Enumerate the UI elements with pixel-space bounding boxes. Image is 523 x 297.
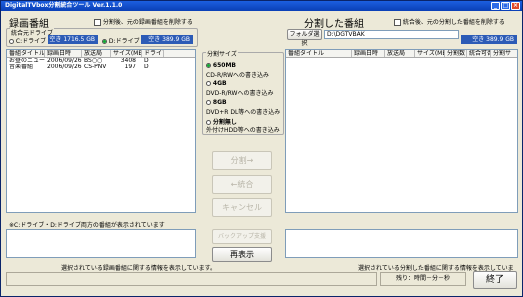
split-8gb-option[interactable]: 8GB xyxy=(206,99,227,106)
cancel-button[interactable]: キャンセル xyxy=(212,198,272,217)
column-header[interactable]: 番組タイトル xyxy=(286,50,352,57)
split-650mb-desc: CD-R/RWへの書き込み xyxy=(206,72,270,79)
recorded-info-caption: 選択されている録画番組に関する情報を表示しています。 xyxy=(61,265,217,272)
merge-button[interactable]: ←統合 xyxy=(212,175,272,194)
column-header[interactable]: サイズ(MB) xyxy=(111,50,142,57)
split-size-label: 分割サイズ xyxy=(206,49,238,58)
select-folder-button[interactable]: フォルダ選択 xyxy=(287,29,322,47)
split-4gb-desc: DVD-R/RWへの書き込み xyxy=(206,90,274,97)
column-header[interactable]: 録画日時 xyxy=(352,50,385,57)
recorded-list-header: 番組タイトル 録画日時 放送局 サイズ(MB) ドライブ xyxy=(7,50,195,58)
split-4gb-option[interactable]: 4GB xyxy=(206,80,227,87)
split-8gb-desc: DVD+R DL等への書き込み xyxy=(206,109,281,116)
column-header[interactable]: 放送局 xyxy=(82,50,111,57)
column-header[interactable]: 分割数 xyxy=(445,50,467,57)
column-header[interactable]: ドライブ xyxy=(142,50,164,57)
split-info-box xyxy=(285,229,518,258)
delete-after-split-option[interactable]: 分割後、元の録画番組を削除する xyxy=(94,17,193,26)
column-header[interactable]: 番組タイトル xyxy=(7,50,45,57)
remaining-time: 残り：時間－分－秒 xyxy=(380,272,466,286)
split-programs-title: 分割した番組 xyxy=(304,19,364,30)
delete-after-merge-option[interactable]: 統合後、元の分割した番組を削除する xyxy=(394,17,505,26)
split-none-desc: 外付けHDD等への書き込み xyxy=(206,127,280,134)
column-header[interactable]: 分割サ xyxy=(491,50,517,57)
table-row[interactable]: 音楽番組 2006/09/26.. CS-PNV 197 D xyxy=(7,64,195,70)
main-window: DigitalTVbox分割統合ツール Ver.1.1.0 _ □ × 録画番組… xyxy=(0,0,523,297)
refresh-button[interactable]: 再表示 xyxy=(212,247,272,262)
minimize-button[interactable]: _ xyxy=(491,2,500,10)
drive-d-free: 空き 389.9 GB xyxy=(141,35,193,44)
maximize-button[interactable]: □ xyxy=(501,2,510,10)
title-bar: DigitalTVbox分割統合ツール Ver.1.1.0 _ □ × xyxy=(1,1,522,11)
column-header[interactable]: サイズ(MB) xyxy=(415,50,445,57)
split-folder-free: 空き 389.9 GB xyxy=(461,35,517,44)
drive-c-free: 空き 1716.5 GB xyxy=(48,35,98,44)
close-button[interactable]: × xyxy=(511,2,520,10)
exit-button[interactable]: 終了 xyxy=(473,271,517,289)
split-650mb-option[interactable]: 650MB xyxy=(206,62,236,69)
progress-bar xyxy=(6,272,377,286)
delete-after-split-checkbox[interactable] xyxy=(94,19,101,26)
split-list-header: 番組タイトル 録画日時 放送局 サイズ(MB) 分割数 統合可否 分割サ xyxy=(286,50,517,58)
column-header[interactable]: 録画日時 xyxy=(45,50,82,57)
drives-info-heading: ※C:ドライブ・D:ドライブ両方の番組が表示されています xyxy=(9,222,165,229)
split-button[interactable]: 分割→ xyxy=(212,151,272,170)
column-header[interactable]: 放送局 xyxy=(385,50,415,57)
recorded-programs-list[interactable]: 番組タイトル 録画日時 放送局 サイズ(MB) ドライブ お昼のニュース 200… xyxy=(6,49,196,213)
split-programs-list[interactable]: 番組タイトル 録画日時 放送局 サイズ(MB) 分割数 統合可否 分割サ xyxy=(285,49,518,213)
window-title: DigitalTVbox分割統合ツール Ver.1.1.0 xyxy=(5,2,123,9)
backup-support-button[interactable]: バックアップ支援 xyxy=(212,229,272,244)
drive-c-radio[interactable]: C:ドライブ xyxy=(9,36,46,45)
folder-path-field[interactable]: D:\DGTVBAK xyxy=(324,30,459,39)
delete-after-merge-checkbox[interactable] xyxy=(394,19,401,26)
column-header[interactable]: 統合可否 xyxy=(467,50,491,57)
recorded-info-box xyxy=(6,229,196,258)
drive-d-radio[interactable]: D:ドライブ xyxy=(102,36,140,45)
